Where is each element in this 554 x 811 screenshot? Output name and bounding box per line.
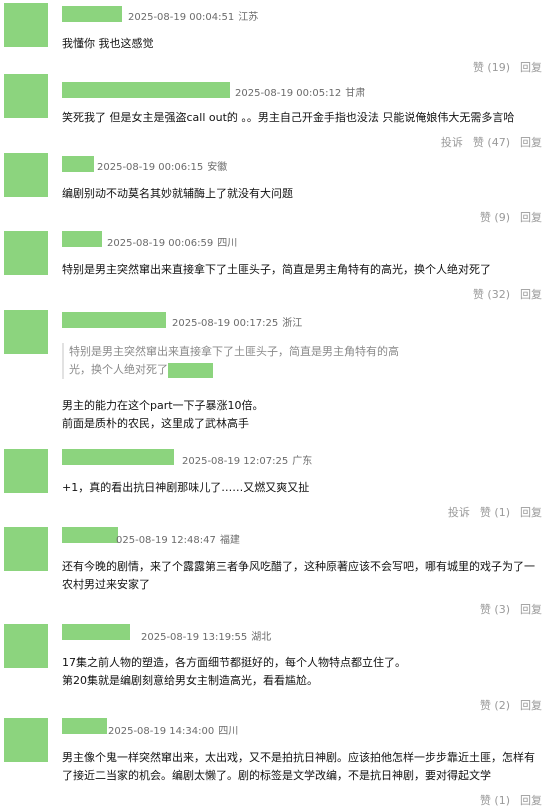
comment-text: 第20集就是编剧刻意给男女主制造高光，看看尴尬。: [62, 674, 318, 687]
comment-actions: 赞 (9) 回复: [470, 209, 542, 225]
comment-text: 编剧别动不动莫名其妙就辅酶上了就没有大问题: [62, 187, 293, 200]
region: 福建: [219, 535, 240, 546]
comment-meta: 2025-08-19 00:17:25 浙江: [172, 314, 302, 329]
like-button[interactable]: 赞 (47): [473, 136, 510, 149]
comment-actions: 赞 (1) 回复: [470, 792, 542, 808]
username[interactable]: [62, 624, 130, 640]
like-button[interactable]: 赞 (1): [480, 506, 510, 519]
comment-text: 农村男过来安家了: [62, 578, 150, 591]
quote-text: 特别是男主突然窜出来直接拿下了土匪头子，简直是男主角特有的高: [69, 345, 399, 358]
like-button[interactable]: 赞 (2): [480, 699, 510, 712]
region: 安徽: [207, 162, 228, 173]
region: 四川: [217, 238, 238, 249]
reply-button[interactable]: 回复: [520, 288, 542, 301]
timestamp: 2025-08-19 00:04:51: [128, 12, 235, 23]
comment-text: 了接近二当家的机会。编剧太懒了。剧的标签是文学改编，不是抗日神剧，要对得起文学: [62, 769, 491, 782]
region: 甘肃: [345, 88, 366, 99]
timestamp: 2025-08-19 00:05:12: [235, 88, 342, 99]
username[interactable]: [62, 156, 94, 172]
comment-text: 17集之前人物的塑造，各方面细节都挺好的，每个人物特点都立住了。: [62, 656, 406, 669]
comment-meta: 025-08-19 12:48:47 福建: [116, 531, 240, 546]
avatar[interactable]: [4, 718, 48, 762]
timestamp: 2025-08-19 12:07:25: [182, 456, 289, 467]
quoted-comment: 特别是男主突然窜出来直接拿下了土匪头子，简直是男主角特有的高 光，换个人绝对死了: [62, 343, 424, 379]
reply-button[interactable]: 回复: [520, 61, 542, 74]
timestamp: 2025-08-19 13:19:55: [141, 632, 248, 643]
timestamp: 2025-08-19 14:34:00: [108, 726, 215, 737]
comment-meta: 2025-08-19 13:19:55 湖北: [141, 628, 271, 643]
username[interactable]: [62, 82, 230, 98]
comment-meta: 2025-08-19 00:05:12 甘肃: [235, 84, 365, 99]
region: 湖北: [251, 632, 272, 643]
comment-text: 特别是男主突然窜出来直接拿下了土匪头子，简直是男主角特有的高光，换个人绝对死了: [62, 263, 491, 276]
comment-actions: 赞 (19) 回复: [463, 59, 542, 75]
reply-button[interactable]: 回复: [520, 794, 542, 807]
timestamp: 2025-08-19 00:17:25: [172, 318, 279, 329]
comment-meta: 2025-08-19 00:06:59 四川: [107, 234, 237, 249]
reply-button[interactable]: 回复: [520, 603, 542, 616]
region: 四川: [218, 726, 239, 737]
like-button[interactable]: 赞 (3): [480, 603, 510, 616]
comment-text: 前面是质朴的农民，这里成了武林高手: [62, 417, 249, 430]
like-button[interactable]: 赞 (19): [473, 61, 510, 74]
reply-button[interactable]: 回复: [520, 136, 542, 149]
username[interactable]: [62, 312, 166, 328]
region: 广东: [292, 456, 313, 467]
timestamp: 2025-08-19 00:06:59: [107, 238, 214, 249]
comment-text: 我懂你 我也这感觉: [62, 37, 154, 50]
region: 江苏: [238, 12, 259, 23]
avatar[interactable]: [4, 153, 48, 197]
avatar[interactable]: [4, 449, 48, 493]
quote-text: 光，换个人绝对死了: [69, 363, 168, 376]
report-button[interactable]: 投诉: [441, 136, 463, 149]
avatar[interactable]: [4, 3, 48, 47]
comment-meta: 2025-08-19 00:06:15 安徽: [97, 158, 227, 173]
comment-actions: 投诉赞 (47) 回复: [431, 134, 542, 150]
username[interactable]: [62, 231, 102, 247]
comment-actions: 赞 (32) 回复: [463, 286, 542, 302]
avatar[interactable]: [4, 310, 48, 354]
comment-actions: 赞 (2) 回复: [470, 697, 542, 713]
comment-text: 笑死我了 但是女主是强盗call out的 。。男主自己开金手指也没法 只能说俺…: [62, 111, 515, 124]
avatar[interactable]: [4, 74, 48, 118]
comment-meta: 2025-08-19 00:04:51 江苏: [128, 8, 258, 23]
avatar[interactable]: [4, 624, 48, 668]
timestamp: 025-08-19 12:48:47: [116, 535, 216, 546]
username[interactable]: [62, 449, 174, 465]
quote-text-end: 光，换个人绝对死了: [69, 361, 424, 379]
like-button[interactable]: 赞 (9): [480, 211, 510, 224]
username[interactable]: [62, 6, 122, 22]
comment-text: 男主的能力在这个part一下子暴涨10倍。: [62, 399, 264, 412]
quoted-username[interactable]: [168, 362, 213, 378]
reply-button[interactable]: 回复: [520, 211, 542, 224]
comment-text: +1，真的看出抗日神剧那味儿了……又燃又爽又扯: [62, 481, 310, 494]
avatar[interactable]: [4, 231, 48, 275]
report-button[interactable]: 投诉: [448, 506, 470, 519]
reply-button[interactable]: 回复: [520, 506, 542, 519]
avatar[interactable]: [4, 527, 48, 571]
comment-text: 还有今晚的剧情，来了个露露第三者争风吃醋了，这种原著应该不会写吧，哪有城里的戏子…: [62, 560, 535, 573]
comment-actions: 赞 (3) 回复: [470, 601, 542, 617]
comment-meta: 2025-08-19 12:07:25 广东: [182, 452, 312, 467]
like-button[interactable]: 赞 (1): [480, 794, 510, 807]
username[interactable]: [62, 527, 118, 543]
username[interactable]: [62, 718, 107, 734]
comment-text: 男主像个鬼一样突然窜出来，太出戏，又不是拍抗日神剧。应该拍他怎样一步步靠近土匪，…: [62, 751, 535, 764]
reply-button[interactable]: 回复: [520, 699, 542, 712]
comment-meta: 2025-08-19 14:34:00 四川: [108, 722, 238, 737]
timestamp: 2025-08-19 00:06:15: [97, 162, 204, 173]
region: 浙江: [282, 318, 303, 329]
like-button[interactable]: 赞 (32): [473, 288, 510, 301]
comment-actions: 投诉赞 (1) 回复: [438, 504, 542, 520]
